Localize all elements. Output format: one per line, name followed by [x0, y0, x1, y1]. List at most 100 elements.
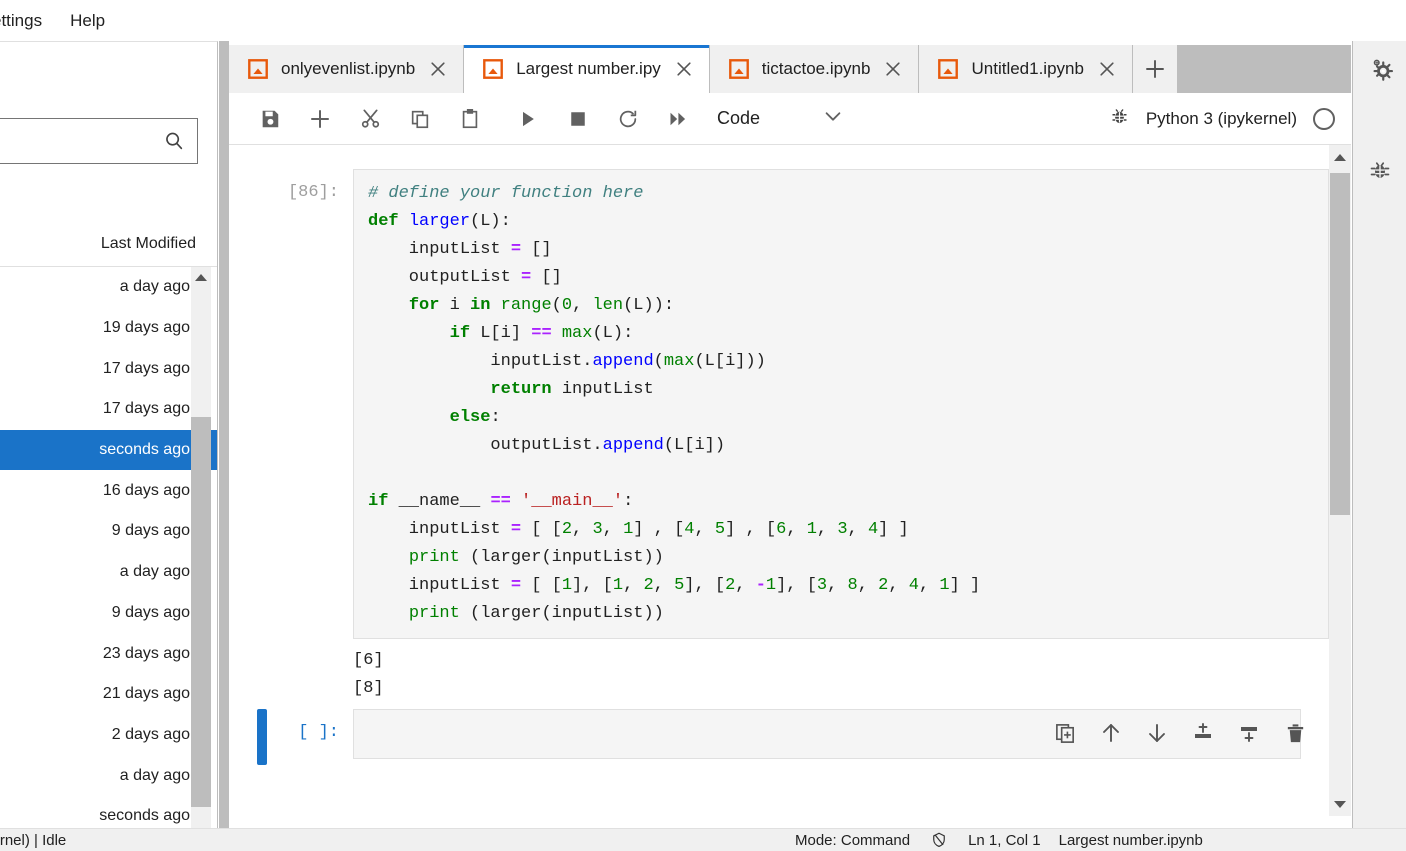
file-last-modified: 9 days ago — [111, 522, 190, 540]
notebook-dock: onlyevenlist.ipynb Largest number.ipy tict… — [229, 45, 1351, 816]
file-last-modified: 9 days ago — [111, 603, 190, 621]
close-icon[interactable] — [427, 58, 449, 80]
file-last-modified: 16 days ago — [102, 481, 190, 499]
notebook-icon — [482, 58, 504, 80]
status-bar-right: Mode: Command Ln 1, Col 1 Largest number… — [795, 829, 1203, 851]
new-tab-button[interactable] — [1132, 45, 1177, 93]
file-list-item[interactable]: 17 days ago — [0, 348, 217, 389]
restart-button[interactable] — [603, 99, 653, 139]
debugger-icon[interactable] — [1353, 141, 1406, 199]
toolbar-right-group: Python 3 (ipykernel) — [1109, 106, 1335, 132]
tab-label: onlyevenlist.ipynb — [281, 59, 416, 78]
panel-divider — [219, 41, 229, 828]
active-cell-indicator — [257, 709, 267, 765]
file-browser-search-wrap — [0, 118, 198, 164]
cursor-position-label: Ln 1, Col 1 — [968, 831, 1041, 849]
tab-3[interactable]: tictactoe.ipynb — [709, 45, 920, 93]
insert-cell-below-icon[interactable] — [1235, 719, 1263, 747]
file-last-modified: a day ago — [119, 766, 190, 784]
menu-settings[interactable]: ettings — [0, 11, 56, 31]
file-browser-header — [0, 42, 217, 99]
scrollbar-thumb[interactable] — [191, 417, 211, 807]
close-icon[interactable] — [673, 58, 695, 80]
file-last-modified: 2 days ago — [111, 725, 190, 743]
insert-cell-above-icon[interactable] — [1189, 719, 1217, 747]
file-last-modified: 17 days ago — [102, 400, 190, 418]
debugger-toggle-icon[interactable] — [1109, 106, 1130, 132]
file-browser-panel: Last Modified a day ago 19 days ago 17 day… — [0, 41, 218, 828]
tab-1[interactable]: onlyevenlist.ipynb — [229, 45, 465, 93]
notebook-cell[interactable]: [86]: # define your function here def lar… — [229, 169, 1329, 703]
move-cell-up-icon[interactable] — [1097, 719, 1125, 747]
stop-button[interactable] — [553, 99, 603, 139]
notebook-icon — [937, 58, 959, 80]
file-list-item[interactable]: 17 days ago — [0, 389, 217, 430]
paste-button[interactable] — [445, 99, 495, 139]
file-list-item[interactable]: 16 days ago — [0, 470, 217, 511]
file-list-item[interactable]: a day ago — [0, 755, 217, 796]
notebook-scroll-up-icon[interactable] — [1329, 145, 1351, 169]
file-list-item[interactable]: a day ago — [0, 267, 217, 308]
column-header-last-modified[interactable]: Last Modified — [0, 222, 217, 267]
file-last-modified: seconds ago — [99, 441, 190, 459]
notebook-icon — [247, 58, 269, 80]
debugger-status-icon[interactable] — [928, 829, 950, 851]
close-icon[interactable] — [882, 58, 904, 80]
notebook-toolbar: Code Python 3 (ipykernel) — [229, 93, 1351, 145]
file-list-item[interactable]: 21 days ago — [0, 674, 217, 715]
save-button[interactable] — [245, 99, 295, 139]
run-button[interactable] — [503, 99, 553, 139]
file-list-item[interactable]: 9 days ago — [0, 511, 217, 552]
close-icon[interactable] — [1096, 58, 1118, 80]
notebook-scrollbar[interactable] — [1329, 145, 1351, 816]
copy-button[interactable] — [395, 99, 445, 139]
file-last-modified: seconds ago — [99, 807, 190, 825]
insert-cell-button[interactable] — [295, 99, 345, 139]
cell-prompt: [ ]: — [298, 723, 339, 742]
file-last-modified: a day ago — [119, 278, 190, 296]
file-list-item[interactable]: 23 days ago — [0, 633, 217, 674]
notebook-scroll-area: [86]: # define your function here def lar… — [229, 145, 1351, 816]
restart-run-all-button[interactable] — [653, 99, 703, 139]
file-list-item[interactable]: seconds ago — [0, 796, 217, 828]
kernel-name-label[interactable]: Python 3 (ipykernel) — [1146, 109, 1297, 129]
kernel-status-indicator[interactable] — [1313, 107, 1335, 130]
file-browser-scrollbar[interactable] — [191, 267, 211, 828]
cell-toolbar — [1051, 719, 1309, 747]
notebook-icon — [728, 58, 750, 80]
file-list-item[interactable]: 9 days ago — [0, 593, 217, 634]
statusbar-filename: Largest number.ipynb — [1058, 831, 1203, 849]
cell-type-dropdown[interactable]: Code — [717, 105, 844, 132]
move-cell-down-icon[interactable] — [1143, 719, 1171, 747]
file-last-modified: 17 days ago — [102, 359, 190, 377]
duplicate-cell-icon[interactable] — [1051, 719, 1079, 747]
jupyterlab-window: ettings Help Last Modified a day ago 19 d… — [0, 0, 1406, 851]
tab-2[interactable]: Largest number.ipy — [464, 45, 710, 93]
notebook-scrollbar-thumb[interactable] — [1330, 173, 1350, 515]
cut-button[interactable] — [345, 99, 395, 139]
tab-bar: onlyevenlist.ipynb Largest number.ipy tict… — [229, 45, 1351, 93]
notebook-scroll-down-icon[interactable] — [1329, 792, 1351, 816]
file-list-item[interactable]: a day ago — [0, 552, 217, 593]
file-last-modified: 23 days ago — [102, 644, 190, 662]
cell-editor[interactable]: # define your function here def larger(L… — [353, 169, 1329, 639]
property-inspector-icon[interactable] — [1353, 41, 1406, 99]
file-list-item[interactable]: seconds ago — [0, 429, 217, 471]
notebook-mode-label[interactable]: Mode: Command — [795, 832, 910, 849]
search-icon — [163, 130, 185, 152]
menu-help[interactable]: Help — [56, 11, 119, 31]
file-list-item[interactable]: 2 days ago — [0, 715, 217, 756]
kernel-status-text: kernel) | Idle — [0, 831, 67, 849]
menu-bar: ettings Help — [0, 0, 218, 41]
scroll-up-arrow-icon[interactable] — [191, 267, 211, 287]
cell-prompt: [86]: — [287, 183, 339, 202]
status-bar: kernel) | Idle Mode: Command Ln 1, Col 1… — [0, 828, 1406, 851]
tab-4[interactable]: Untitled1.ipynb — [919, 45, 1133, 93]
tab-label: Untitled1.ipynb — [971, 59, 1084, 78]
notebook-cell[interactable]: [ ]: — [229, 709, 1329, 765]
tab-label: Largest number.ipy — [516, 59, 661, 78]
search-box[interactable] — [0, 118, 198, 164]
search-input[interactable] — [0, 131, 163, 151]
delete-cell-icon[interactable] — [1281, 719, 1309, 747]
file-list-item[interactable]: 19 days ago — [0, 308, 217, 349]
